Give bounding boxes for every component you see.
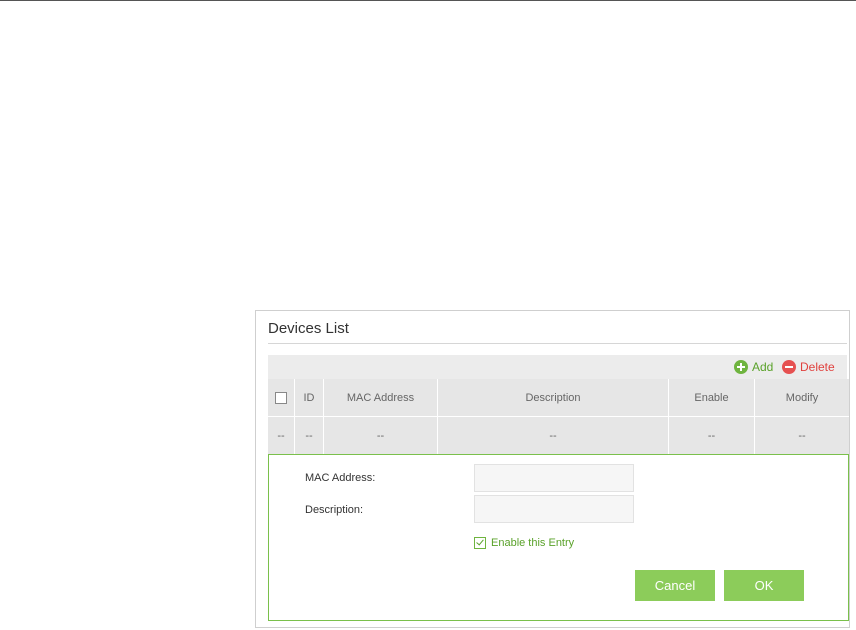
top-divider (0, 0, 856, 1)
table-header-row: ID MAC Address Description Enable Modify (268, 379, 849, 417)
column-header-id: ID (294, 379, 324, 417)
delete-label: Delete (800, 360, 835, 374)
table-cell: -- (323, 416, 438, 454)
devices-list-panel: Devices List Add Delete ID MAC Address D… (255, 310, 850, 628)
column-header-description: Description (437, 379, 669, 417)
plus-circle-icon (734, 360, 748, 374)
ok-button[interactable]: OK (724, 570, 804, 601)
mac-address-field[interactable] (474, 464, 634, 492)
column-header-enable: Enable (668, 379, 755, 417)
table-row: -- -- -- -- -- -- (268, 416, 849, 454)
delete-button[interactable]: Delete (782, 358, 835, 376)
table-cell: -- (668, 416, 755, 454)
table-toolbar: Add Delete (268, 355, 847, 379)
devices-table: ID MAC Address Description Enable Modify… (268, 379, 849, 454)
checkbox-checked-icon (474, 537, 486, 549)
add-button[interactable]: Add (734, 358, 773, 376)
panel-title: Devices List (268, 320, 349, 337)
title-divider (268, 343, 847, 344)
select-all-checkbox[interactable] (275, 391, 287, 404)
add-device-form: MAC Address: Description: Enable this En… (268, 454, 849, 621)
select-all-header (268, 379, 295, 417)
description-label: Description: (305, 504, 364, 516)
enable-entry-label: Enable this Entry (491, 537, 575, 549)
column-header-modify: Modify (754, 379, 849, 417)
table-cell: -- (754, 416, 849, 454)
table-cell: -- (268, 416, 295, 454)
table-cell: -- (437, 416, 669, 454)
add-label: Add (752, 360, 774, 374)
description-field[interactable] (474, 495, 634, 523)
mac-address-label: MAC Address: (305, 472, 376, 484)
minus-circle-icon (782, 360, 796, 374)
cancel-button[interactable]: Cancel (635, 570, 715, 601)
table-cell: -- (294, 416, 324, 454)
enable-entry-checkbox[interactable]: Enable this Entry (474, 537, 574, 549)
column-header-mac: MAC Address (323, 379, 438, 417)
